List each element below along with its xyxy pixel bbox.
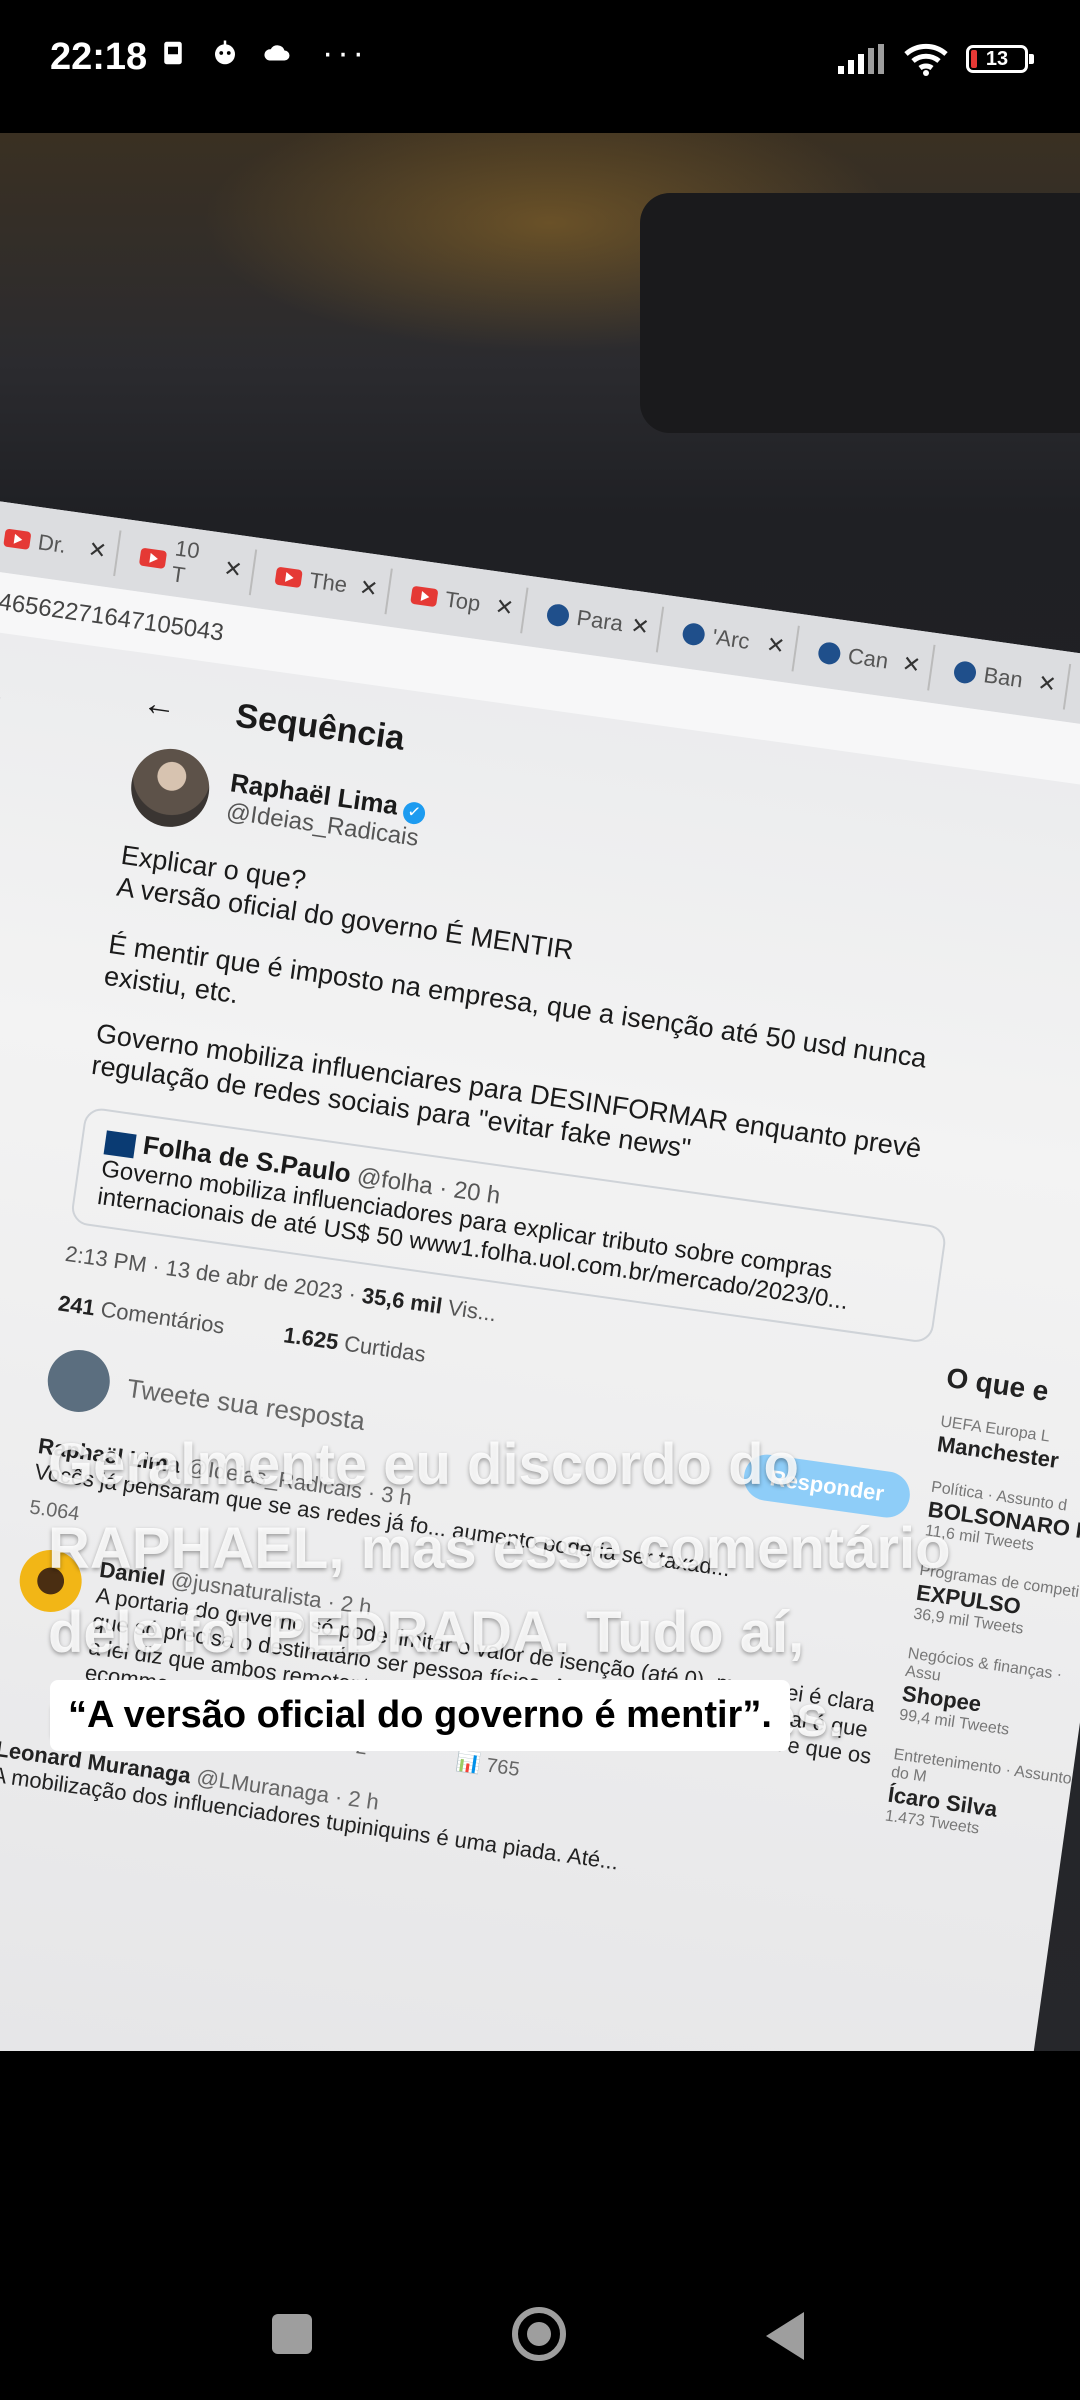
browser-tab: The ✕: [262, 551, 393, 615]
browser-tab: 'Arc ✕: [669, 608, 800, 672]
trend-item: Entretenimento · Assunto do M Ícaro Silva…: [883, 1746, 1073, 1838]
site-icon: [816, 640, 842, 666]
status-time: 22:18: [50, 36, 148, 78]
youtube-icon: [138, 547, 167, 569]
cloud-icon: [264, 45, 290, 61]
site-icon: [952, 659, 978, 685]
folha-logo-icon: [103, 1130, 137, 1159]
notification-icons: ···: [158, 34, 368, 72]
browser-tab: Dr. ✕: [0, 513, 122, 577]
close-icon: ✕: [764, 631, 787, 659]
wifi-icon: [904, 43, 948, 76]
close-icon: ✕: [629, 612, 651, 640]
mascot-icon: [215, 40, 235, 65]
browser-tab: Para ✕: [534, 589, 665, 653]
browser-tab: Top ✕: [398, 570, 529, 634]
verified-icon: ✓: [401, 800, 427, 826]
youtube-icon: [410, 585, 439, 608]
battery-icon: 13: [966, 45, 1034, 73]
recents-button[interactable]: [272, 2314, 312, 2354]
sidebar-cut-text: ial: [0, 689, 3, 727]
close-icon: ✕: [1036, 669, 1058, 698]
sim-icon: [164, 41, 182, 65]
close-icon: ✕: [222, 555, 244, 583]
more-notifications-icon: ···: [322, 34, 368, 72]
youtube-icon: [274, 566, 303, 589]
avatar: [126, 743, 215, 832]
avatar: [43, 1345, 114, 1416]
close-icon: ✕: [86, 536, 109, 564]
browser-tab: Ban ✕: [941, 646, 1072, 710]
monitor-screen: Dr. ✕ 10 T ✕ The ✕ Top ✕ Para ✕ 'Arc ✕ Can ✕ Ba…: [0, 493, 1080, 2051]
system-icons: 13: [838, 42, 1034, 76]
trends-title: O que e: [944, 1361, 1051, 1407]
quote-pill: “A versão oficial do governo é mentir”.: [50, 1680, 790, 1751]
close-icon: ✕: [493, 593, 516, 621]
home-button[interactable]: [512, 2307, 566, 2361]
close-icon: ✕: [900, 650, 923, 679]
navigation-bar: [0, 2280, 1080, 2390]
site-icon: [681, 621, 707, 647]
browser-tab: Can ✕: [805, 627, 936, 691]
browser-tab: 10 T ✕: [127, 532, 258, 596]
status-bar: 22:18 ··· 13: [0, 0, 1080, 120]
story-photo: Dr. ✕ 10 T ✕ The ✕ Top ✕ Para ✕ 'Arc ✕ Can ✕ Ba…: [0, 133, 1080, 2051]
youtube-icon: [3, 528, 32, 550]
site-icon: [545, 602, 571, 628]
close-icon: ✕: [357, 574, 380, 602]
thread-title: Sequência: [233, 696, 408, 758]
back-arrow-icon: ←: [140, 683, 180, 726]
battery-level: 13: [985, 48, 1009, 70]
signal-icon: [838, 44, 884, 74]
back-button[interactable]: [766, 2312, 804, 2360]
